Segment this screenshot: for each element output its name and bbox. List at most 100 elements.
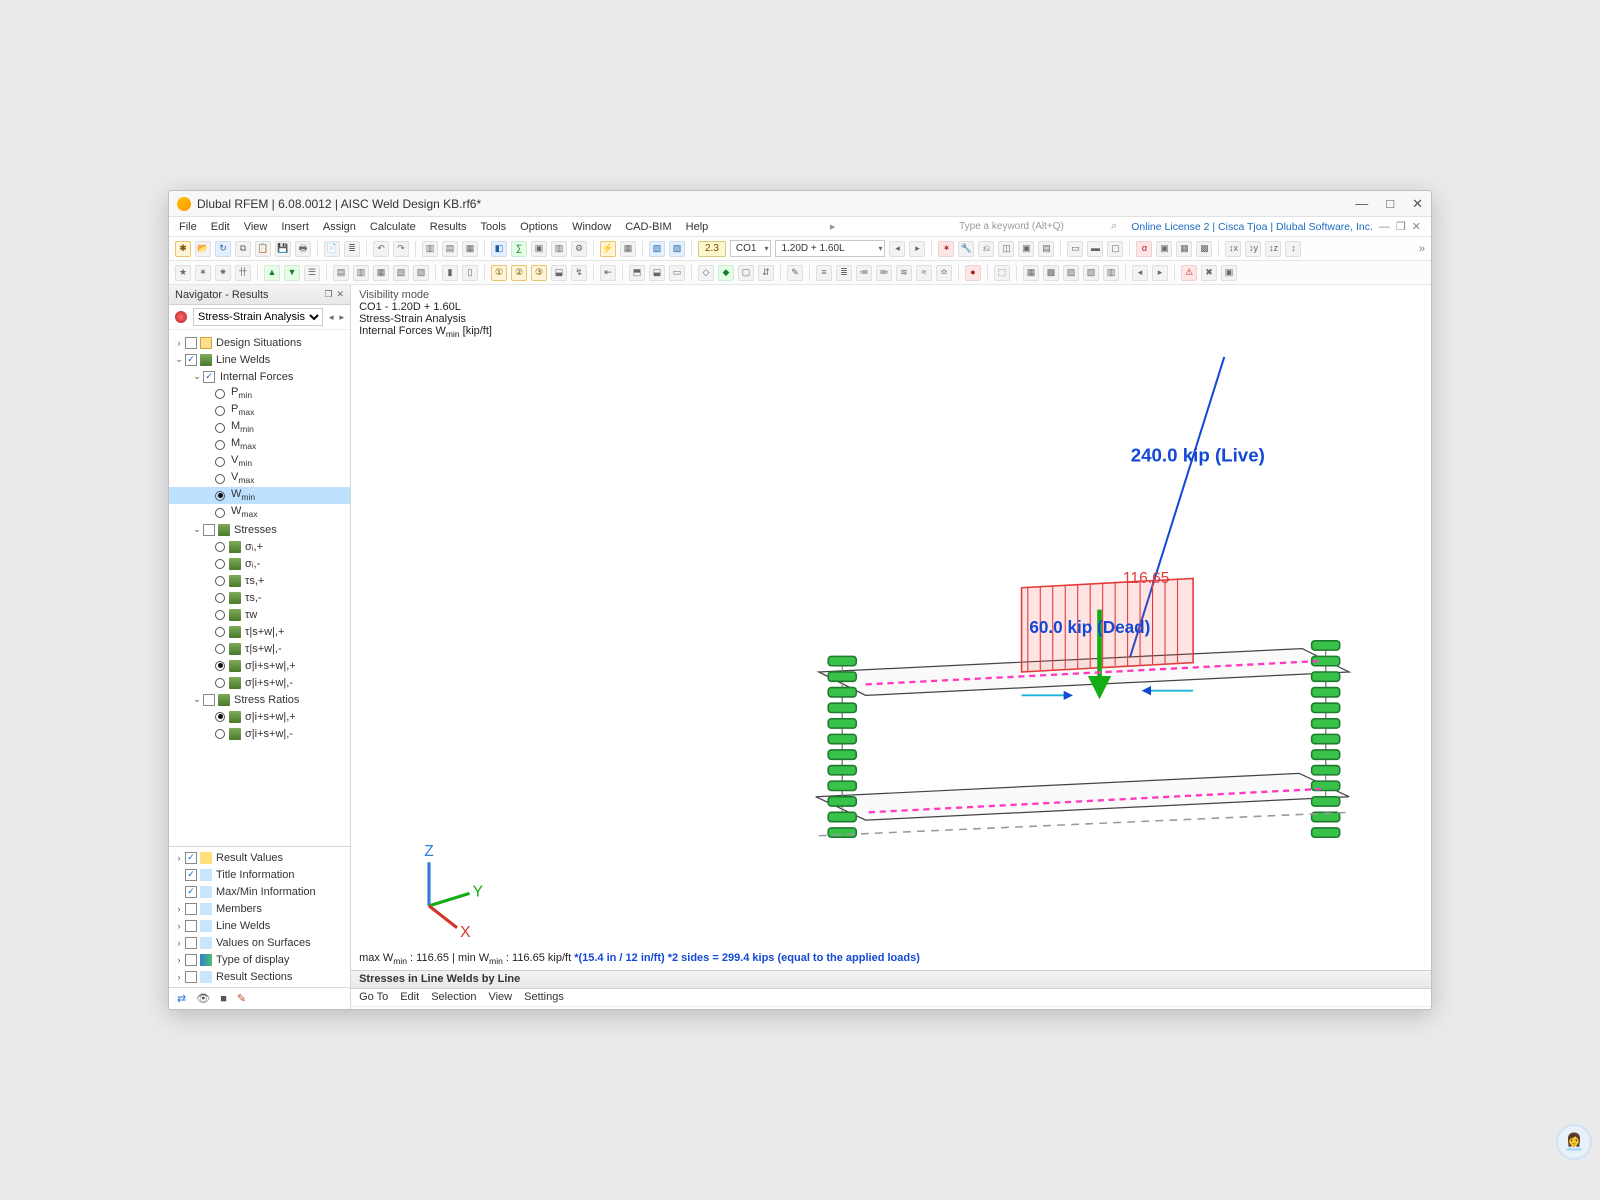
s-41[interactable]: ◂ (1132, 265, 1148, 281)
tree-sig-ip[interactable]: σᵢ,+ (169, 538, 350, 555)
nav-result-values[interactable]: ›Result Values (169, 849, 350, 866)
s-19[interactable]: ⇤ (600, 265, 616, 281)
tree-tau-swp[interactable]: τ|s+w|,+ (169, 623, 350, 640)
paste-icon[interactable]: 📋 (255, 241, 271, 257)
nav-maxmin-info[interactable]: Max/Min Information (169, 883, 350, 900)
nav-title-info[interactable]: Title Information (169, 866, 350, 883)
ax-y-icon[interactable]: ↕y (1245, 241, 1261, 257)
tree-vmin[interactable]: Vmin (169, 453, 350, 470)
menu-insert[interactable]: Insert (281, 221, 309, 233)
t-b[interactable]: ◫ (998, 241, 1014, 257)
search-icon[interactable]: ⌕ (1111, 220, 1117, 233)
print-icon[interactable]: 🖶 (295, 241, 311, 257)
nav-result-sections[interactable]: ›Result Sections (169, 968, 350, 985)
filter1-icon[interactable]: ▧ (649, 241, 665, 257)
ls-pen-icon[interactable]: ✎ (237, 992, 246, 1005)
s-40[interactable]: ▥ (1103, 265, 1119, 281)
refresh-icon[interactable]: ↻ (215, 241, 231, 257)
menu-assign[interactable]: Assign (323, 221, 356, 233)
s-13[interactable]: ▯ (462, 265, 478, 281)
tree-wmin[interactable]: Wmin (169, 487, 350, 504)
sub-close-icon[interactable]: ✕ (1412, 220, 1421, 233)
tree-sig-im[interactable]: σᵢ,- (169, 555, 350, 572)
tree-sr-m[interactable]: σ|i+s+w|,- (169, 725, 350, 742)
nav-line-welds2[interactable]: ›Line Welds (169, 917, 350, 934)
tree-pmax[interactable]: Pmax (169, 402, 350, 419)
s-20[interactable]: ⬒ (629, 265, 645, 281)
nav-members[interactable]: ›Members (169, 900, 350, 917)
maximize-button[interactable]: □ (1386, 196, 1394, 212)
3d-viewport[interactable]: 240.0 kip (Live) (351, 343, 1431, 970)
clipboard-icon[interactable]: 📄 (324, 241, 340, 257)
s-9[interactable]: ▦ (373, 265, 389, 281)
table-icon[interactable]: ▥ (551, 241, 567, 257)
tree-vmax[interactable]: Vmax (169, 470, 350, 487)
close-button[interactable]: ✕ (1412, 196, 1423, 212)
s-22[interactable]: ▭ (669, 265, 685, 281)
menu-results[interactable]: Results (430, 221, 467, 233)
s-32[interactable]: ≋ (896, 265, 912, 281)
disp-a[interactable]: ▭ (1067, 241, 1083, 257)
s-2[interactable]: ✷ (215, 265, 231, 281)
search-input[interactable] (957, 220, 1097, 233)
analysis-dropdown[interactable]: Stress-Strain Analysis (193, 308, 323, 326)
tree-stress-ratios[interactable]: ⌄Stress Ratios (169, 691, 350, 708)
t-c[interactable]: ▣ (1018, 241, 1034, 257)
tree-tau-sp[interactable]: τs,+ (169, 572, 350, 589)
s-31[interactable]: ≕ (876, 265, 892, 281)
tree-tau-sm[interactable]: τs,- (169, 589, 350, 606)
gear-icon[interactable]: ⚙ (571, 241, 587, 257)
disp-b[interactable]: ▬ (1087, 241, 1103, 257)
s-28[interactable]: ≡ (816, 265, 832, 281)
s-6[interactable]: ☰ (304, 265, 320, 281)
t-a[interactable]: ⎌ (978, 241, 994, 257)
s-42[interactable]: ▸ (1152, 265, 1168, 281)
s-5[interactable]: ▼ (284, 265, 300, 281)
tree-line-welds[interactable]: ⌄Line Welds (169, 351, 350, 368)
window1-icon[interactable]: ▥ (422, 241, 438, 257)
open-icon[interactable]: 📂 (195, 241, 211, 257)
tm-sel[interactable]: Selection (431, 991, 476, 1003)
s-21[interactable]: ⬓ (649, 265, 665, 281)
t-d[interactable]: ▤ (1038, 241, 1054, 257)
copy-icon[interactable]: ⧉ (235, 241, 251, 257)
tree-mmin[interactable]: Mmin (169, 419, 350, 436)
ax-x-icon[interactable]: ↕x (1225, 241, 1241, 257)
s-8[interactable]: ▥ (353, 265, 369, 281)
run-icon[interactable]: ⚡ (600, 241, 616, 257)
tm-view[interactable]: View (488, 991, 512, 1003)
s-36[interactable]: ▦ (1023, 265, 1039, 281)
nav-prev-icon[interactable]: ◂ (329, 312, 334, 323)
s-warn-icon[interactable]: ⚠ (1181, 265, 1197, 281)
s-1[interactable]: ✶ (195, 265, 211, 281)
s-34[interactable]: ≏ (936, 265, 952, 281)
menu-cadbim[interactable]: CAD-BIM (625, 221, 671, 233)
cube3-icon[interactable]: ▩ (1196, 241, 1212, 257)
s-25[interactable]: ▢ (738, 265, 754, 281)
s-30[interactable]: ≔ (856, 265, 872, 281)
filter2-icon[interactable]: ▨ (669, 241, 685, 257)
s-star-icon[interactable]: ★ (175, 265, 191, 281)
minimize-button[interactable]: — (1355, 196, 1368, 212)
calc-icon[interactable]: ∑ (511, 241, 527, 257)
report-icon[interactable]: ▣ (531, 241, 547, 257)
ls-a-icon[interactable]: ⇄ (177, 992, 186, 1005)
next-case-icon[interactable]: ▸ (909, 241, 925, 257)
s-24[interactable]: ◆ (718, 265, 734, 281)
s-3[interactable]: 卄 (235, 265, 251, 281)
dock-icon[interactable]: ❐ (324, 289, 332, 300)
s-15[interactable]: ② (511, 265, 527, 281)
s-39[interactable]: ▧ (1083, 265, 1099, 281)
s-dot[interactable]: ● (965, 265, 981, 281)
tree-wmax[interactable]: Wmax (169, 504, 350, 521)
disp-c[interactable]: ▢ (1107, 241, 1123, 257)
s-4[interactable]: ▲ (264, 265, 280, 281)
new-icon[interactable]: ✱ (175, 241, 191, 257)
sub-minimize-icon[interactable]: — (1379, 221, 1390, 233)
menu-edit[interactable]: Edit (211, 221, 230, 233)
close-panel-icon[interactable]: ✕ (337, 289, 345, 300)
menu-window[interactable]: Window (572, 221, 611, 233)
s-7[interactable]: ▤ (333, 265, 349, 281)
tree-sig-iswp[interactable]: σ|i+s+w|,+ (169, 657, 350, 674)
cube1-icon[interactable]: ▣ (1156, 241, 1172, 257)
